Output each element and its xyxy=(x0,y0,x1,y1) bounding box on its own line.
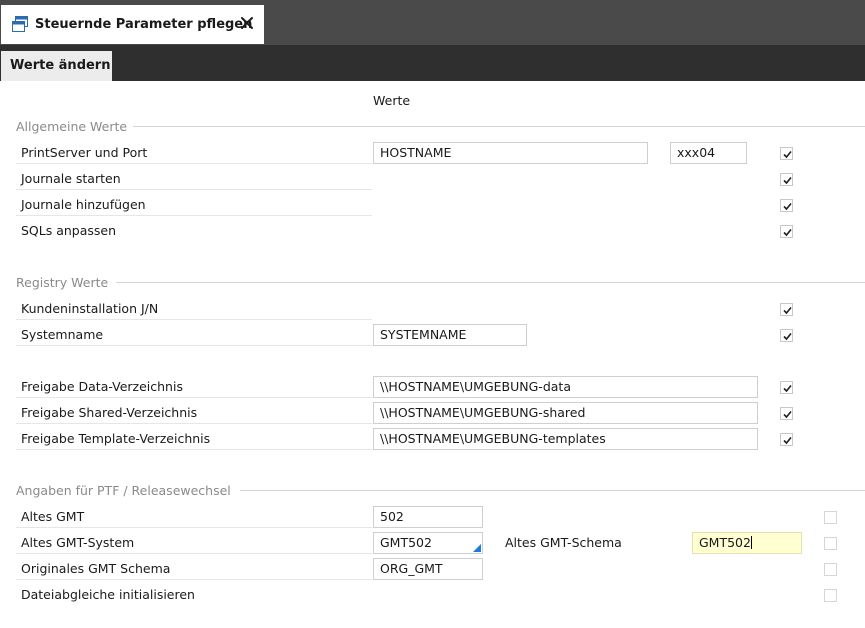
template-verzeichnis-input[interactable]: \\HOSTNAME\UMGEBUNG-templates xyxy=(373,428,758,450)
window-stack-icon xyxy=(11,15,29,33)
systemname-input[interactable]: SYSTEMNAME xyxy=(373,324,527,346)
dropdown-indicator-icon xyxy=(473,544,481,552)
row-divider xyxy=(16,579,372,580)
text-caret xyxy=(750,536,752,549)
tab-werte-aendern-label: Werte ändern xyxy=(10,58,111,73)
checkmark-icon xyxy=(783,306,792,315)
section-title-registry: Registry Werte xyxy=(16,275,109,290)
row-divider xyxy=(16,423,372,424)
dateiabgleiche-checkbox[interactable] xyxy=(824,589,837,602)
checkmark-icon xyxy=(783,410,792,419)
view-tab-bar: Werte ändern xyxy=(0,45,865,81)
kundeninstallation-label: Kundeninstallation J/N xyxy=(21,301,159,316)
systemname-checkbox[interactable] xyxy=(780,329,793,342)
shared-verzeichnis-label: Freigabe Shared-Verzeichnis xyxy=(21,405,198,420)
section-title-allgemein: Allgemeine Werte xyxy=(16,119,128,134)
section-divider xyxy=(133,126,865,127)
dateiabgleiche-label: Dateiabgleiche initialisieren xyxy=(21,587,195,602)
originales-gmt-schema-input[interactable]: ORG_GMT xyxy=(373,558,483,580)
data-verzeichnis-input[interactable]: \\HOSTNAME\UMGEBUNG-data xyxy=(373,376,758,398)
row-divider xyxy=(16,527,372,528)
altes-gmt-system-dropdown[interactable]: GMT502 xyxy=(373,532,483,554)
close-icon[interactable] xyxy=(239,15,255,31)
row-divider xyxy=(16,397,372,398)
document-tab[interactable]: Steuernde Parameter pflegen xyxy=(1,5,264,44)
printserver-host-input[interactable]: HOSTNAME xyxy=(373,142,648,164)
journale-starten-label: Journale starten xyxy=(21,171,121,186)
journale-starten-checkbox[interactable] xyxy=(780,173,793,186)
checkmark-icon xyxy=(783,150,792,159)
altes-gmt-input[interactable]: 502 xyxy=(373,506,483,528)
document-tab-bar: Steuernde Parameter pflegen xyxy=(0,0,865,45)
row-divider xyxy=(16,345,372,346)
section-divider xyxy=(116,282,865,283)
checkmark-icon xyxy=(783,228,792,237)
systemname-label: Systemname xyxy=(21,327,104,342)
data-verzeichnis-checkbox[interactable] xyxy=(780,381,793,394)
sqls-anpassen-label: SQLs anpassen xyxy=(21,223,117,238)
shared-verzeichnis-input[interactable]: \\HOSTNAME\UMGEBUNG-shared xyxy=(373,402,758,424)
tab-werte-aendern[interactable]: Werte ändern xyxy=(1,51,112,81)
printserver-label: PrintServer und Port xyxy=(21,145,148,160)
checkmark-icon xyxy=(783,384,792,393)
altes-gmt-schema-value: GMT502 xyxy=(699,535,751,550)
originales-gmt-schema-checkbox[interactable] xyxy=(824,563,837,576)
altes-gmt-label: Altes GMT xyxy=(21,509,85,524)
template-verzeichnis-label: Freigabe Template-Verzeichnis xyxy=(21,431,211,446)
column-header-werte: Werte xyxy=(373,93,411,108)
journale-hinzufuegen-label: Journale hinzufügen xyxy=(21,197,146,212)
altes-gmt-schema-label: Altes GMT-Schema xyxy=(505,535,622,550)
journale-hinzufuegen-checkbox[interactable] xyxy=(780,199,793,212)
printserver-port-input[interactable]: xxx04 xyxy=(670,142,747,164)
kundeninstallation-checkbox[interactable] xyxy=(780,303,793,316)
document-tab-title: Steuernde Parameter pflegen xyxy=(35,17,253,32)
altes-gmt-system-label: Altes GMT-System xyxy=(21,535,135,550)
sqls-anpassen-checkbox[interactable] xyxy=(780,225,793,238)
template-verzeichnis-checkbox[interactable] xyxy=(780,433,793,446)
section-divider xyxy=(240,490,865,491)
checkmark-icon xyxy=(783,436,792,445)
row-divider xyxy=(16,163,372,164)
printserver-checkbox[interactable] xyxy=(780,147,793,160)
data-verzeichnis-label: Freigabe Data-Verzeichnis xyxy=(21,379,183,394)
originales-gmt-schema-label: Originales GMT Schema xyxy=(21,561,171,576)
row-divider xyxy=(16,553,372,554)
row-divider xyxy=(16,319,372,320)
row-divider xyxy=(16,189,372,190)
checkmark-icon xyxy=(783,202,792,211)
shared-verzeichnis-checkbox[interactable] xyxy=(780,407,793,420)
altes-gmt-system-value: GMT502 xyxy=(380,535,432,550)
section-title-ptf: Angaben für PTF / Releasewechsel xyxy=(16,483,231,498)
checkmark-icon xyxy=(783,176,792,185)
altes-gmt-system-checkbox[interactable] xyxy=(824,537,837,550)
row-divider xyxy=(16,215,372,216)
checkmark-icon xyxy=(783,332,792,341)
altes-gmt-schema-input[interactable]: GMT502 xyxy=(692,532,802,554)
altes-gmt-checkbox[interactable] xyxy=(824,511,837,524)
row-divider xyxy=(16,449,372,450)
